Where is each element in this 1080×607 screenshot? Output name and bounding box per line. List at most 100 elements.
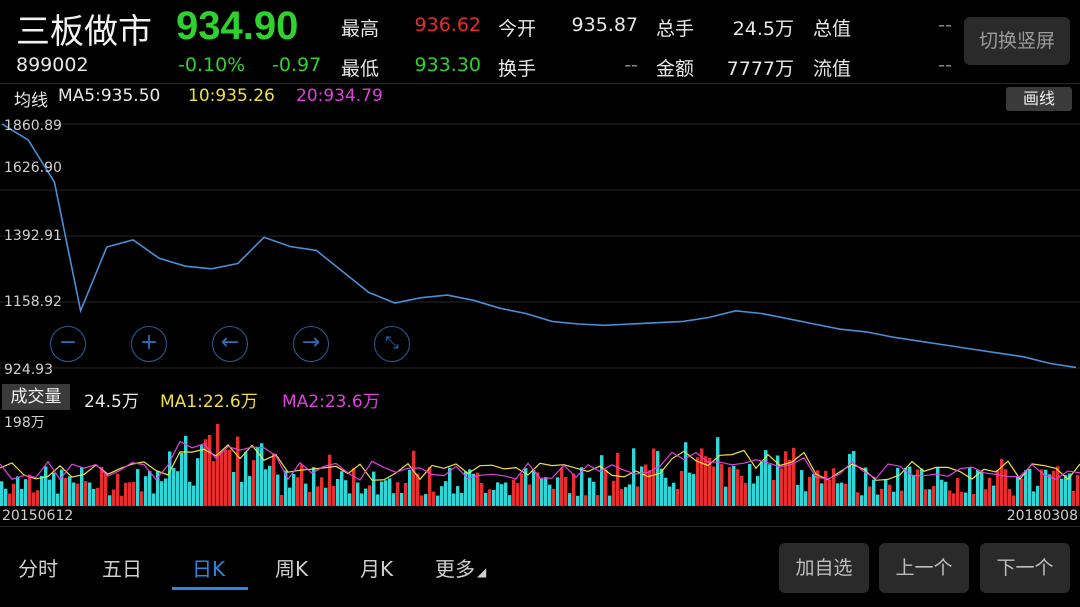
volume-bar [660,468,664,506]
volume-bar [36,490,40,506]
price-series-line [1,123,1077,369]
volume-bar [664,477,668,506]
collapse-icon[interactable]: ⤡ [374,326,410,362]
tab-intraday[interactable]: 分时 [18,553,58,582]
volume-bar [236,436,240,506]
tab-monthly-k[interactable]: 月K [360,553,393,582]
volume-bar [184,435,188,506]
tab-five-day[interactable]: 五日 [102,553,142,582]
open-value: 935.87 [571,14,638,36]
volume-bar [484,492,488,506]
volume-bar [8,493,12,506]
volume-bar [124,482,128,506]
volume-bar [152,493,156,506]
tab-daily-k[interactable]: 日K [192,553,225,582]
amount-label: 金额 [656,58,695,80]
ma10-value: 10:935.26 [188,86,275,106]
volume-bar [896,467,900,506]
volume-bar [852,451,856,506]
volume-bar [964,492,968,506]
index-code: 899002 [16,54,89,76]
volume-bar [456,486,460,506]
zoom-out-icon[interactable]: − [50,326,86,362]
draw-line-button[interactable]: 画线 [1006,87,1072,111]
volume-bar [248,476,252,506]
next-button[interactable]: 下一个 [980,543,1070,593]
volume-bar [52,472,56,506]
volume-bar [244,452,248,506]
volume-bar [384,480,388,506]
volume-bar [504,482,508,506]
volume-bar [792,447,796,506]
volume-bar [592,481,596,506]
volume-bar [856,492,860,506]
volume-bar [892,491,896,506]
volume-chart-svg [0,424,1080,506]
volume-current: 24.5万 [84,392,139,412]
volume-bar [380,481,384,506]
volume-bar [572,473,576,506]
volume-tag[interactable]: 成交量 [2,384,70,410]
volume-bar [280,495,284,506]
price-axis-label: 1860.89 [4,118,62,134]
volume-bar [388,478,392,506]
volume-bar [960,491,964,506]
pan-right-icon[interactable]: → [293,326,329,362]
turnover-label: 换手 [498,58,537,80]
volume-bar [176,471,180,506]
volume-bar [748,463,752,506]
volume-bar [752,483,756,506]
volume-bar [936,467,940,506]
volume-bar [616,452,620,506]
total-cap-label: 总值 [813,18,852,40]
volume-bar [68,476,72,506]
tab-more[interactable]: 更多 ◢ [435,553,486,582]
current-price: 934.90 [176,4,299,48]
volume-bar [1040,469,1044,506]
volume-bar [520,473,524,506]
volume-bar [352,468,356,506]
volume-bar [308,492,312,506]
volume-bar [268,465,272,506]
float-cap-label: 流值 [813,58,852,80]
volume-bar [532,470,536,506]
volume-bar [720,464,724,506]
volume-bar [612,480,616,506]
bottom-toolbar: 分时 五日 日K 周K 月K 更多 ◢ 加自选 上一个 下一个 [0,526,1080,607]
add-watchlist-button[interactable]: 加自选 [779,543,869,593]
volume-bar [232,472,236,506]
volume-bar [212,461,216,506]
volume-bar [584,495,588,506]
previous-button[interactable]: 上一个 [879,543,969,593]
volume-bar [560,467,564,506]
volume-bar [340,471,344,506]
pan-left-icon[interactable]: ← [212,326,248,362]
volume-bar [772,480,776,506]
volume-bar [732,465,736,506]
volume-bar [744,483,748,506]
volume-bar [820,483,824,506]
volume-bar [452,493,456,506]
volume-bar [796,484,800,506]
tab-weekly-k[interactable]: 周K [275,553,308,582]
volume-chart[interactable] [0,412,1080,506]
switch-portrait-button[interactable]: 切换竖屏 [964,17,1070,65]
zoom-in-icon[interactable]: + [131,326,167,362]
amount-value: 7777万 [726,58,794,80]
volume-bar [836,483,840,506]
volume-bar [980,472,984,506]
volume-bar [216,424,220,506]
volume-bar [320,477,324,506]
volume-bar [812,473,816,506]
volume-bar [84,481,88,506]
volume-bar [868,486,872,506]
volume-bar [952,493,956,506]
volume-bar [328,454,332,506]
volume-bar [900,490,904,506]
volume-bar [208,435,212,506]
volume-bar [668,486,672,506]
volume-bar [196,458,200,506]
volume-bar [368,485,372,506]
volume-bar [888,484,892,506]
volume-bar [224,450,228,506]
